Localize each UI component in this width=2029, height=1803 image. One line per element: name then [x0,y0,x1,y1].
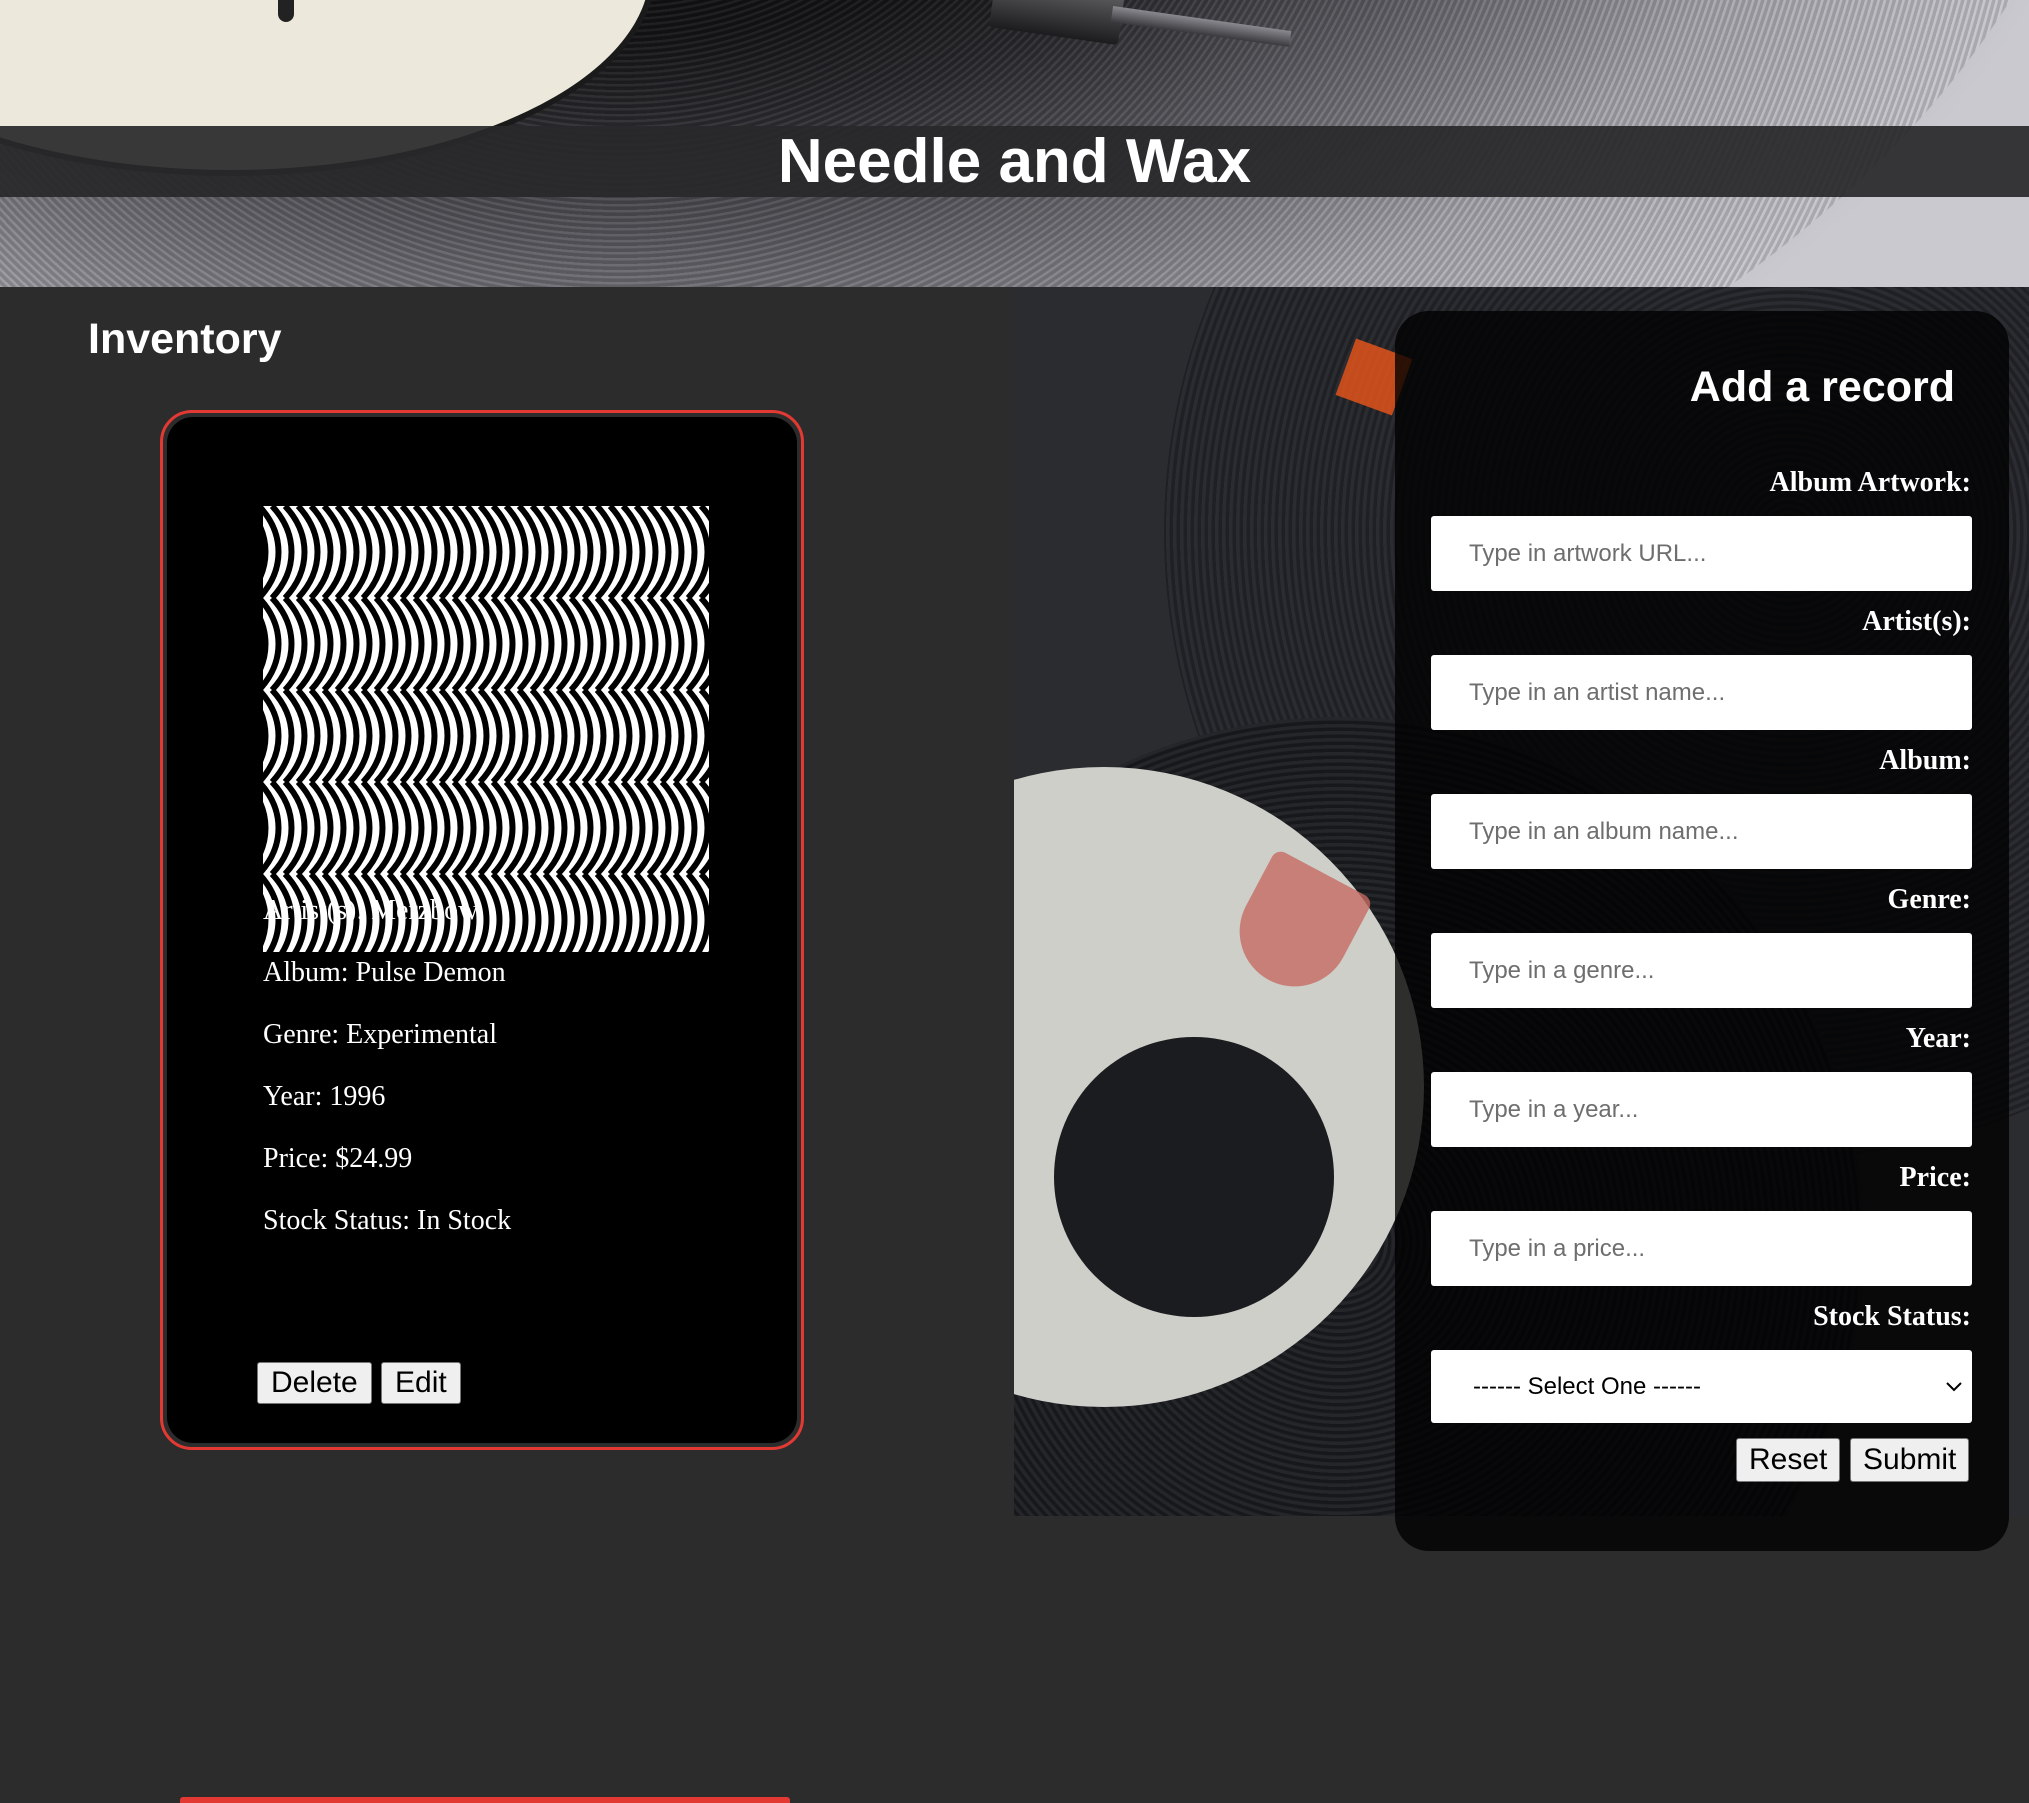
record-album: Album: Pulse Demon [263,957,506,988]
artwork-label: Album Artwork: [1769,467,1971,498]
chevron-down-icon [1940,1350,1968,1423]
price-input[interactable] [1431,1211,1972,1286]
record-card-border: Artist(s): Merzbow Album: Pulse Demon Ge… [160,410,804,1450]
delete-button[interactable]: Delete [257,1362,372,1404]
stock-status-label: Stock Status: [1813,1301,1971,1332]
album-input[interactable] [1431,794,1972,869]
stock-status-selected: ------ Select One ------ [1473,1373,1701,1400]
site-title: Needle and Wax [777,127,1252,196]
genre-input[interactable] [1431,933,1972,1008]
record-artist: Artist(s): Merzbow [263,895,479,926]
year-input[interactable] [1431,1072,1972,1147]
price-label: Price: [1899,1162,1972,1193]
record-price: Price: $24.99 [263,1143,413,1174]
reset-button[interactable]: Reset [1736,1438,1841,1482]
spindle-image [278,0,294,22]
op-art-wave-pattern-icon [263,506,709,952]
artist-label: Artist(s): [1862,606,1971,637]
album-artwork-image [263,506,709,952]
artwork-url-input[interactable] [1431,516,1972,591]
next-record-card-edge [180,1797,790,1803]
inventory-heading: Inventory [88,315,282,363]
year-label: Year: [1905,1023,1971,1054]
add-record-form: Add a record Album Artwork: Artist(s): A… [1395,311,2009,1551]
edit-button[interactable]: Edit [381,1362,461,1404]
album-label: Album: [1879,745,1971,776]
header-banner: Needle and Wax [0,0,2029,287]
record-stock-status: Stock Status: In Stock [263,1205,512,1236]
genre-label: Genre: [1887,884,1971,915]
record-card-body: Artist(s): Merzbow Album: Pulse Demon Ge… [167,417,797,1443]
form-heading: Add a record [1689,363,1955,411]
record-genre: Genre: Experimental [263,1019,498,1050]
artist-input[interactable] [1431,655,1972,730]
stock-status-select[interactable]: ------ Select One ------ [1431,1350,1972,1423]
submit-button[interactable]: Submit [1850,1438,1970,1482]
record-year: Year: 1996 [263,1081,386,1112]
record-card: Artist(s): Merzbow Album: Pulse Demon Ge… [160,410,810,1736]
inventory-section: Inventory Artist(s): Merzbow Album: Puls… [0,287,1014,1803]
